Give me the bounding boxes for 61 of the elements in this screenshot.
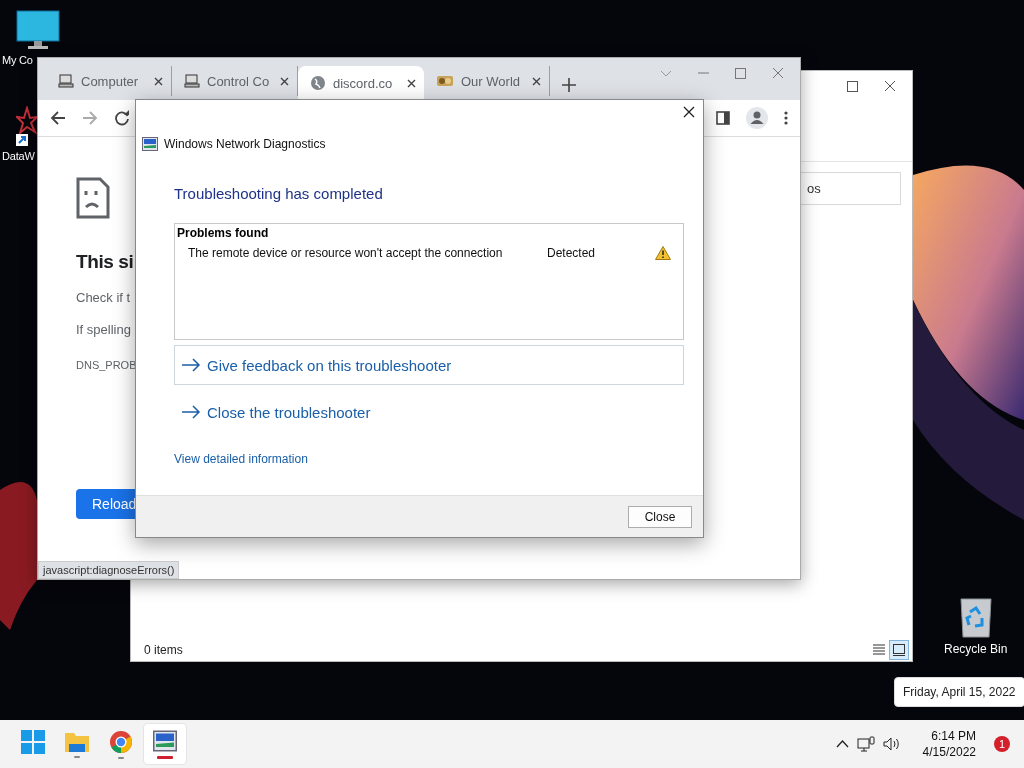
browser-tab[interactable]: Computer [46,66,172,96]
tiles-view-icon [892,643,906,657]
close-icon[interactable] [532,76,541,86]
plus-icon[interactable] [562,78,576,92]
details-link[interactable]: View detailed information [174,452,308,466]
volume-icon[interactable] [882,737,901,751]
view-toggle[interactable] [889,640,909,660]
close-icon[interactable] [280,76,289,86]
problem-description: The remote device or resource won't accept the connection [188,246,504,260]
chevron-up-icon[interactable] [835,740,849,748]
arrow-right-icon [181,358,201,372]
maximize-icon[interactable] [847,80,858,92]
folder-icon [64,730,90,753]
item-count: 0 items [144,643,183,657]
chrome-icon [109,729,133,754]
browser-tab[interactable]: Control Co [172,66,298,96]
close-icon[interactable] [407,78,416,88]
problem-status: Detected [547,246,597,260]
close-icon[interactable] [884,80,896,92]
back-arrow-icon[interactable] [50,110,66,126]
list-view-icon [872,644,886,656]
desktop-icon-label[interactable]: Recycle Bin [944,642,1008,656]
task-link[interactable]: Close the troubleshooter [174,392,684,432]
computer-icon [58,73,74,89]
network-diagnostics-icon [142,136,158,152]
globe-icon [310,75,326,91]
task-link[interactable]: Give feedback on this troubleshooter [174,345,684,385]
network-icon[interactable] [856,736,875,752]
page-text: Check if t [76,290,131,305]
monitor-icon [16,10,60,50]
maximize-icon[interactable] [735,67,746,79]
page-text: If spelling [76,322,131,337]
close-button[interactable]: Close [628,505,692,528]
start-icon [21,729,45,754]
profile-icon[interactable] [746,107,768,129]
search-field[interactable]: os [800,172,901,205]
page-heading: This si [76,251,134,273]
status-bubble: javascript:diagnoseErrors() [38,561,180,579]
close-icon[interactable] [683,106,695,118]
warning-icon [655,246,671,260]
sad-page-icon [76,177,110,219]
browser-tab[interactable]: discord.co [298,66,424,100]
menu-icon[interactable] [784,111,788,125]
problems-header: Problems found [177,226,270,240]
close-icon[interactable] [154,76,163,86]
browser-tab[interactable]: Our World [424,66,550,96]
error-code: DNS_PROB [76,359,137,371]
recycle-bin-icon [957,596,994,638]
side-panel-icon[interactable] [716,111,730,125]
date-tooltip: Friday, April 15, 2022 [894,677,1024,707]
desktop-icon-label[interactable]: My Co [2,54,33,66]
arrow-right-icon [181,405,201,419]
computer-icon [184,73,200,89]
clock[interactable]: 6:14 PM 4/15/2022 [922,728,976,760]
dialog-title: Windows Network Diagnostics [164,137,326,151]
taskbar-app[interactable] [144,724,186,764]
desktop-icon-label[interactable]: DataW [2,150,35,162]
reload-icon[interactable] [114,110,130,126]
notification-badge[interactable]: 1 [994,736,1010,752]
network-diagnostics-icon [153,729,177,753]
dialog-heading: Troubleshooting has completed [174,185,384,202]
